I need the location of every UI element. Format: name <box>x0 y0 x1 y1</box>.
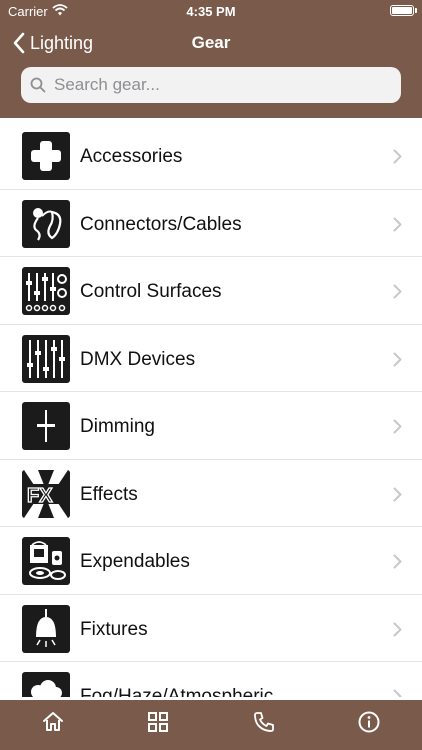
list-item-label: DMX Devices <box>80 348 196 370</box>
list-item-accessories[interactable]: Accessories <box>0 122 422 190</box>
list-item-label: Fog/Haze/Atmospheric <box>80 686 274 697</box>
fx-icon: FX <box>22 469 70 518</box>
tab-home[interactable] <box>41 710 65 734</box>
phone-icon <box>254 712 274 732</box>
chevron-right-icon <box>393 284 402 299</box>
list-item-label: Fixtures <box>80 618 148 640</box>
tab-info[interactable] <box>357 710 381 734</box>
list-item-expendables[interactable]: Expendables <box>0 527 422 595</box>
chevron-right-icon <box>393 352 402 366</box>
home-icon <box>43 712 63 731</box>
list-item-fog-haze-atmospheric[interactable]: Fog/Haze/Atmospheric <box>0 662 422 697</box>
dimmer-icon <box>22 402 70 450</box>
list-item-effects[interactable]: FX Effects <box>0 460 422 527</box>
list-item-label: Dimming <box>80 416 155 437</box>
chevron-right-icon <box>393 149 402 164</box>
cable-icon <box>22 199 70 248</box>
list-item-control-surfaces[interactable]: Control Surfaces <box>0 257 422 325</box>
battery-icon <box>390 5 414 16</box>
list-item-label: Accessories <box>80 146 183 167</box>
chevron-right-icon <box>393 689 402 697</box>
status-time: 4:35 PM <box>186 4 236 19</box>
tab-grid[interactable] <box>146 710 170 734</box>
back-button[interactable]: Lighting <box>12 32 93 54</box>
status-bar: Carrier 4:35 PM <box>0 0 422 22</box>
list-item-label: Effects <box>80 483 138 505</box>
fog-icon <box>22 672 70 697</box>
battery-tip <box>415 8 417 13</box>
list-item-fixtures[interactable]: Fixtures <box>0 595 422 662</box>
chevron-right-icon <box>393 554 402 569</box>
search-input[interactable] <box>52 74 386 96</box>
list-item-label: Connectors/Cables <box>80 213 242 235</box>
faders-icon <box>22 267 70 315</box>
chevron-right-icon <box>393 622 402 636</box>
search-icon <box>30 77 46 93</box>
search-field[interactable] <box>21 67 401 103</box>
chevron-right-icon <box>393 487 402 501</box>
svg-text:FX: FX <box>27 485 53 507</box>
list-item-label: Control Surfaces <box>80 281 222 302</box>
gear-category-list: Accessories Connectors/Cables Control Su… <box>0 122 422 697</box>
plus-icon <box>22 132 70 180</box>
grid-icon <box>148 712 168 732</box>
paint-can-icon <box>22 537 70 585</box>
list-item-dimming[interactable]: Dimming <box>0 392 422 460</box>
chevron-right-icon <box>393 419 402 434</box>
chevron-right-icon <box>393 217 402 231</box>
chevron-left-icon <box>13 32 25 54</box>
tab-bar <box>0 700 422 750</box>
tab-phone[interactable] <box>252 710 276 734</box>
list-item-connectors-cables[interactable]: Connectors/Cables <box>0 190 422 257</box>
list-item-dmx-devices[interactable]: DMX Devices <box>0 325 422 392</box>
dmx-icon <box>22 334 70 383</box>
nav-bar: Lighting Gear <box>0 30 422 58</box>
list-item-label: Expendables <box>80 551 190 572</box>
back-button-label: Lighting <box>30 32 94 53</box>
info-icon <box>358 711 380 733</box>
lamp-icon <box>22 604 70 653</box>
navigation-header: Carrier 4:35 PM Lighting Gear <box>0 0 422 118</box>
